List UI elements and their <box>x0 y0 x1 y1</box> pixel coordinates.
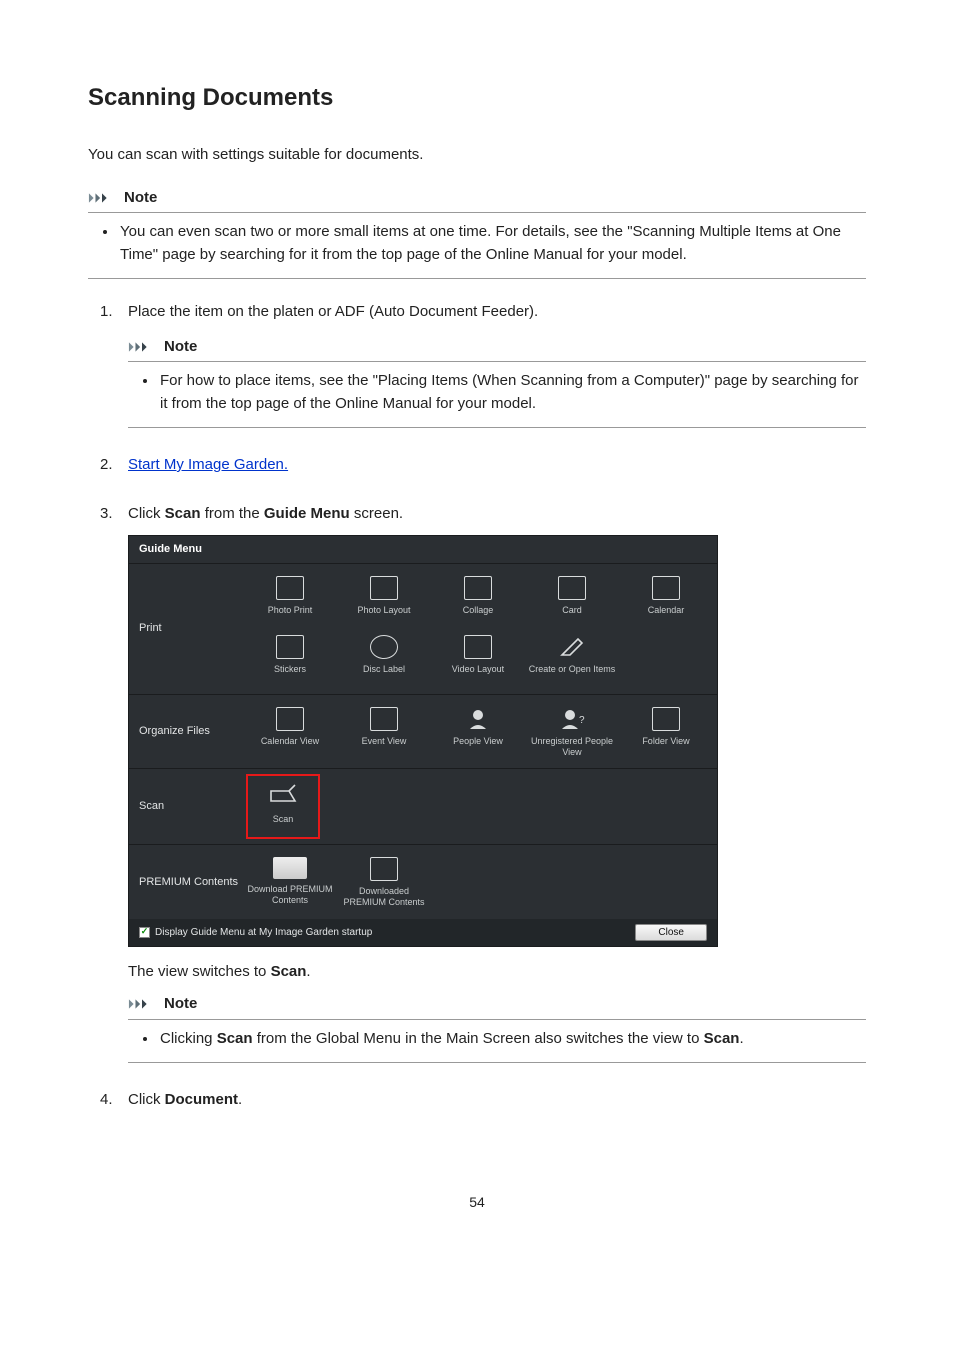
top-note-item: You can even scan two or more small item… <box>118 221 866 266</box>
svg-text:?: ? <box>579 715 585 726</box>
pencil-icon <box>558 635 586 659</box>
display-guide-menu-checkbox[interactable]: ✓ Display Guide Menu at My Image Garden … <box>139 925 372 940</box>
note-title: Note <box>164 993 197 1016</box>
video-layout-button[interactable]: Video Layout <box>431 629 525 688</box>
folder-view-icon <box>652 707 680 731</box>
chevrons-icon <box>128 997 156 1011</box>
downloaded-premium-button[interactable]: Downloaded PREMIUM Contents <box>337 851 431 913</box>
scanner-icon <box>265 781 301 809</box>
note-title: Note <box>164 336 197 359</box>
card-button[interactable]: Card <box>525 570 619 629</box>
page-number: 54 <box>88 1192 866 1213</box>
photo-layout-icon <box>370 576 398 600</box>
collage-icon <box>464 576 492 600</box>
card-icon <box>558 576 586 600</box>
scan-button[interactable]: Scan <box>247 775 319 838</box>
step-3-note-box: Note Clicking Scan from the Global Menu … <box>128 993 866 1063</box>
event-view-button[interactable]: Event View <box>337 701 431 763</box>
step-2: Start My Image Garden. <box>100 454 866 477</box>
disc-label-icon <box>370 635 398 659</box>
checkbox-label: Display Guide Menu at My Image Garden st… <box>155 925 372 940</box>
people-view-icon <box>464 707 492 731</box>
photo-print-button[interactable]: Photo Print <box>243 570 337 629</box>
step-1: Place the item on the platen or ADF (Aut… <box>100 301 866 428</box>
create-open-items-button[interactable]: Create or Open Items <box>525 629 619 688</box>
guide-menu-window: Guide Menu Print Photo Print Photo Layou… <box>128 535 718 947</box>
intro-text: You can scan with settings suitable for … <box>88 144 866 167</box>
folder-icon <box>370 857 398 881</box>
chevrons-icon <box>128 340 156 354</box>
photo-print-icon <box>276 576 304 600</box>
step-3-note-item: Clicking Scan from the Global Menu in th… <box>158 1028 866 1051</box>
folder-view-button[interactable]: Folder View <box>619 701 713 763</box>
disc-label-button[interactable]: Disc Label <box>337 629 431 688</box>
creative-park-premium-icon <box>273 857 307 879</box>
premium-contents-label: PREMIUM Contents <box>129 845 239 919</box>
video-layout-icon <box>464 635 492 659</box>
close-button[interactable]: Close <box>635 924 707 941</box>
people-view-button[interactable]: People View <box>431 701 525 763</box>
guide-menu-premium-section: PREMIUM Contents Download PREMIUM Conten… <box>129 845 717 919</box>
note-title: Note <box>124 187 157 210</box>
step-1-text: Place the item on the platen or ADF (Aut… <box>128 301 866 324</box>
step-1-note-box: Note For how to place items, see the "Pl… <box>128 336 866 429</box>
print-label: Print <box>129 564 239 694</box>
step-3-text: Click Scan from the Guide Menu screen. <box>128 503 866 526</box>
guide-menu-organize-section: Organize Files Calendar View Event View … <box>129 695 717 770</box>
event-view-icon <box>370 707 398 731</box>
download-premium-button[interactable]: Download PREMIUM Contents <box>243 851 337 913</box>
top-note-box: Note You can even scan two or more small… <box>88 187 866 280</box>
step-3: Click Scan from the Guide Menu screen. G… <box>100 503 866 1064</box>
calendar-button[interactable]: Calendar <box>619 570 713 629</box>
calendar-icon <box>652 576 680 600</box>
start-my-image-garden-link[interactable]: Start My Image Garden. <box>128 456 288 473</box>
chevrons-icon <box>88 191 116 205</box>
step-3-after-text: The view switches to Scan. <box>128 961 866 984</box>
step-4: Click Document. <box>100 1089 866 1112</box>
step-4-text: Click Document. <box>128 1089 866 1112</box>
guide-menu-scan-section: Scan Scan <box>129 769 717 845</box>
guide-menu-print-section: Print Photo Print Photo Layout Collage C… <box>129 564 717 695</box>
guide-menu-title: Guide Menu <box>129 536 717 564</box>
step-1-note-item: For how to place items, see the "Placing… <box>158 370 866 415</box>
organize-files-label: Organize Files <box>129 695 239 769</box>
page-title: Scanning Documents <box>88 80 866 116</box>
unregistered-people-view-button[interactable]: ?Unregistered People View <box>525 701 619 763</box>
unregistered-people-icon: ? <box>558 707 586 731</box>
stickers-icon <box>276 635 304 659</box>
checkmark-icon: ✓ <box>139 927 150 938</box>
calendar-view-button[interactable]: Calendar View <box>243 701 337 763</box>
scan-label: Scan <box>129 769 239 844</box>
stickers-button[interactable]: Stickers <box>243 629 337 688</box>
calendar-view-icon <box>276 707 304 731</box>
collage-button[interactable]: Collage <box>431 570 525 629</box>
photo-layout-button[interactable]: Photo Layout <box>337 570 431 629</box>
